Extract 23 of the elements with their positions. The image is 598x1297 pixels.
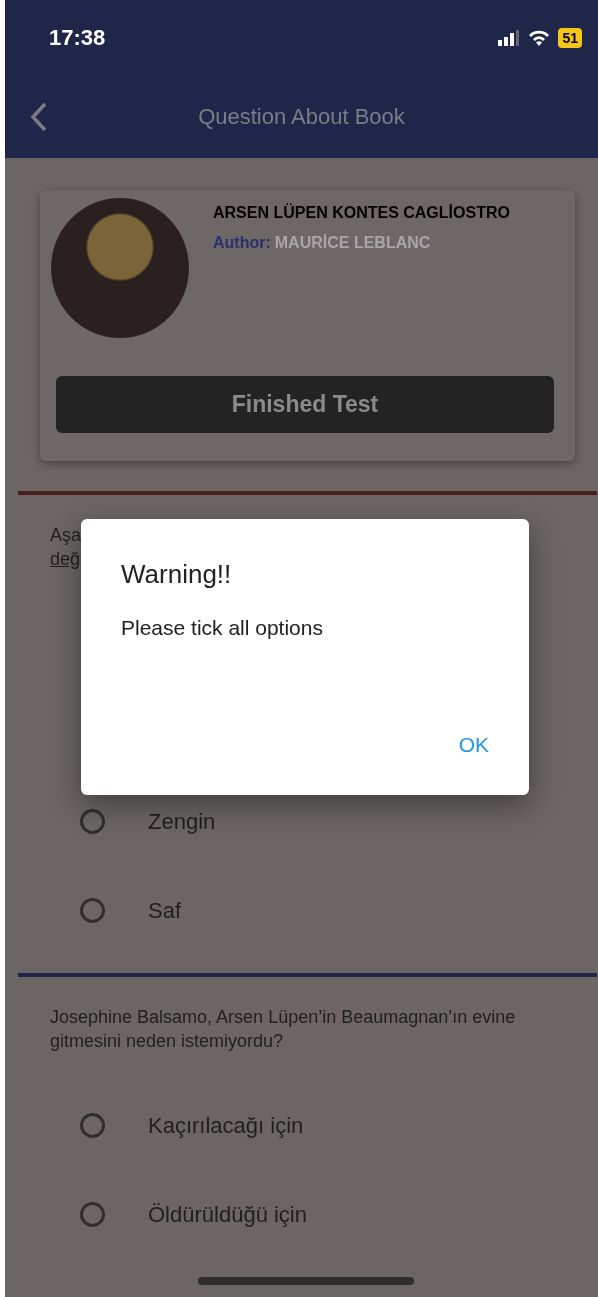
wifi-icon (528, 29, 551, 46)
radio-button[interactable] (80, 898, 105, 923)
status-time: 17:38 (49, 24, 106, 51)
signal-icon (498, 29, 521, 46)
dialog-message: Please tick all options (121, 616, 324, 640)
screen-title: Question About Book (198, 103, 405, 130)
finished-test-button[interactable]: Finished Test (56, 376, 554, 433)
battery-indicator: 51 (558, 27, 582, 48)
option-label[interactable]: Zengin (148, 808, 216, 835)
book-title: ARSEN LÜPEN KONTES CAGLİOSTRO (213, 204, 510, 222)
author-name: MAURİCE LEBLANC (274, 234, 431, 252)
author-label: Author: (213, 234, 271, 252)
option-label[interactable]: Kaçırılacağı için (148, 1112, 304, 1139)
ok-button[interactable]: OK (458, 733, 489, 757)
radio-button[interactable] (80, 809, 105, 834)
radio-button[interactable] (80, 1202, 105, 1227)
radio-button[interactable] (80, 1113, 105, 1138)
question-text: Josephine Balsamo, Arsen Lüpen’in Beaumagnan’ın evine gitmesini neden istemiyordu? (50, 1006, 517, 1053)
option-label[interactable]: Saf (148, 897, 182, 924)
dialog-title: Warning!! (121, 559, 233, 590)
question-text: Aşa değ (50, 524, 83, 571)
back-icon[interactable] (29, 100, 49, 133)
option-label[interactable]: Öldürüldüğü için (148, 1201, 307, 1228)
